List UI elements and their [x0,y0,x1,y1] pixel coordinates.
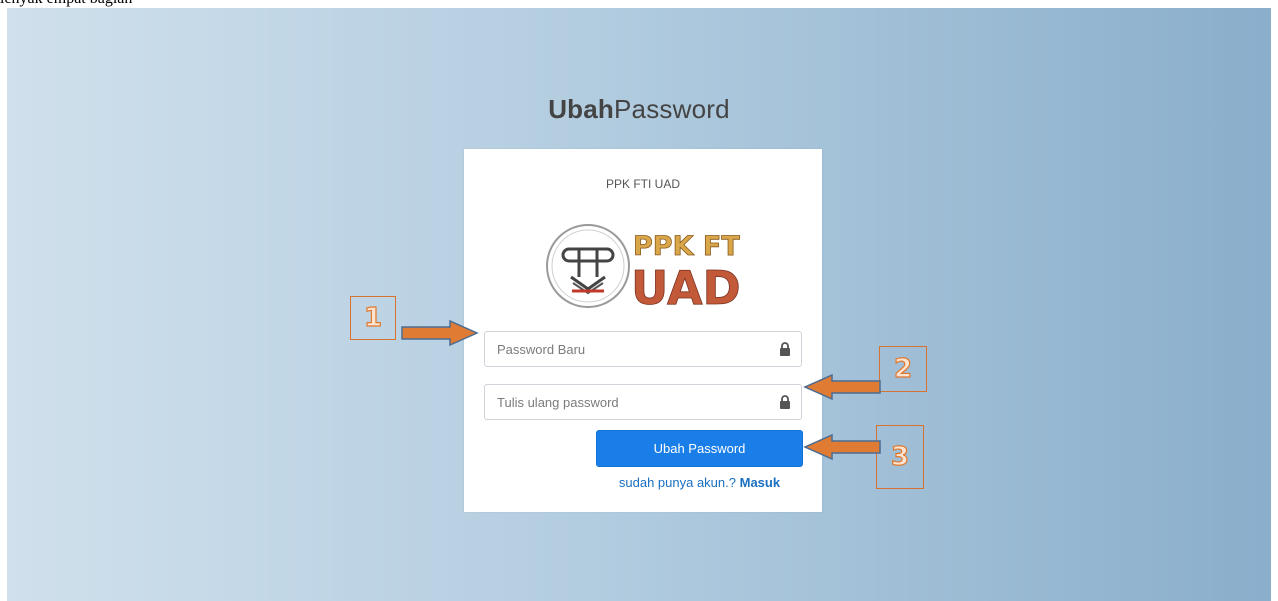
callout-box-2: 2 [879,346,927,392]
callout-number-2: 2 [893,353,913,384]
ppk-fti-uad-logo: PPK FTI UAD [546,224,741,311]
callout-number-1: 1 [363,302,383,333]
login-prompt-text: sudah punya akun.? [618,475,736,490]
logo-text-line1: PPK FTI [633,231,741,262]
arrow-right-icon [401,319,479,347]
login-screen: UbahPassword PPK FTI UAD PPK FTI UAD Uba… [7,8,1271,601]
new-password-field[interactable] [484,331,802,367]
login-prompt-line: sudah punya akun.? Masuk [596,475,803,490]
callout-number-3: 3 [890,441,910,472]
page-title-bold: Ubah [548,94,615,124]
arrow-left-icon [803,373,881,401]
change-password-button[interactable]: Ubah Password [596,430,803,467]
page-title-regular: Password [614,94,730,124]
lock-icon [780,395,790,409]
callout-box-1: 1 [350,296,396,340]
repeat-password-input[interactable] [485,385,765,419]
org-name: PPK FTI UAD [605,177,680,191]
repeat-password-field[interactable] [484,384,802,420]
arrow-left-icon [803,433,881,461]
new-password-input[interactable] [485,332,765,366]
logo-text-line2: UAD [631,261,741,311]
lock-icon [780,342,790,356]
page-title: UbahPassword [7,94,1271,125]
callout-box-3: 3 [876,425,924,489]
login-link[interactable]: Masuk [740,475,780,490]
change-password-card: PPK FTI UAD PPK FTI UAD Ubah Password su… [464,149,822,512]
